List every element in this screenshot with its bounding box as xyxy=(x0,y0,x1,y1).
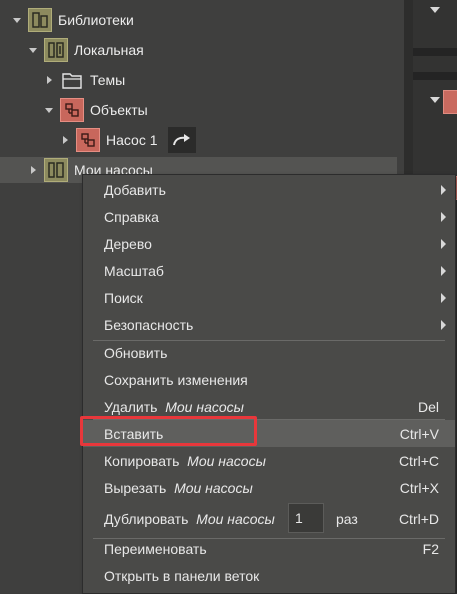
right-panel-collapse-icon[interactable] xyxy=(430,7,440,13)
library-icon xyxy=(44,158,68,182)
chevron-right-icon[interactable] xyxy=(42,73,56,87)
menu-item-security[interactable]: Безопасность xyxy=(83,311,455,338)
menu-item-label: Дерево xyxy=(104,235,152,252)
tree-item-label: Темы xyxy=(90,72,126,88)
right-panel-object-icon xyxy=(443,90,457,114)
tree-item-local[interactable]: Локальная xyxy=(26,37,144,63)
submenu-arrow-icon xyxy=(441,265,446,276)
chevron-down-icon[interactable] xyxy=(42,103,56,117)
tree-item-label: Насос 1 xyxy=(106,132,158,148)
right-panel-band xyxy=(413,48,457,56)
menu-item-tree[interactable]: Дерево xyxy=(83,230,455,257)
menu-item-label: Переименовать xyxy=(104,540,207,557)
tree-item-label: Библиотеки xyxy=(58,12,134,28)
right-panel-expand-icon[interactable] xyxy=(430,97,440,103)
chevron-down-icon[interactable] xyxy=(26,43,40,57)
menu-item-label: Справка xyxy=(104,208,159,225)
menu-item-shortcut: Ctrl+V xyxy=(399,425,439,442)
menu-item-label: Копировать Мои насосы xyxy=(104,452,266,469)
menu-item-refresh[interactable]: Обновить xyxy=(83,339,455,366)
objects-icon xyxy=(60,98,84,122)
tree-item-objects[interactable]: Объекты xyxy=(42,97,148,123)
tree-item-themes[interactable]: Темы xyxy=(42,67,125,93)
menu-item-help[interactable]: Справка xyxy=(83,203,455,230)
menu-item-label: Удалить Мои насосы xyxy=(104,398,244,415)
menu-item-label: Сохранить изменения xyxy=(104,371,248,388)
folder-icon xyxy=(60,68,84,92)
menu-item-duplicate[interactable]: Дублировать Мои насосы раз Ctrl+D xyxy=(83,504,455,534)
menu-item-label: Безопасность xyxy=(104,316,194,333)
menu-item-label: Добавить xyxy=(104,181,166,198)
menu-item-rename[interactable]: Переименовать F2 xyxy=(83,535,455,562)
submenu-arrow-icon xyxy=(441,319,446,330)
context-menu: Добавить Справка Дерево Масштаб Поиск Бе… xyxy=(82,174,456,594)
submenu-arrow-icon xyxy=(441,184,446,195)
submenu-arrow-icon xyxy=(441,211,446,222)
menu-item-shortcut: Ctrl+D xyxy=(398,511,439,527)
menu-item-target: Мои насосы xyxy=(187,452,266,469)
local-library-icon xyxy=(44,38,68,62)
menu-item-target: Мои насосы xyxy=(174,479,253,496)
menu-item-shortcut: Del xyxy=(417,398,439,415)
menu-item-label: Открыть в панели веток xyxy=(104,567,260,584)
chevron-down-icon[interactable] xyxy=(10,13,24,27)
menu-item-cut[interactable]: Вырезать Мои насосы Ctrl+X xyxy=(83,474,455,501)
menu-item-label: Дублировать Мои насосы xyxy=(104,511,275,527)
submenu-arrow-icon xyxy=(441,292,446,303)
duplicate-times-label: раз xyxy=(336,511,358,527)
tree-item-label: Локальная xyxy=(74,42,144,58)
menu-item-shortcut: F2 xyxy=(422,540,439,557)
menu-item-add[interactable]: Добавить xyxy=(83,176,455,203)
redo-arrow-icon[interactable] xyxy=(167,127,196,153)
library-icon xyxy=(28,8,52,32)
paste-highlight-annotation xyxy=(80,416,257,446)
menu-item-open-in-branch-panel[interactable]: Открыть в панели веток xyxy=(83,562,455,589)
tree-item-pump-1[interactable]: Насос 1 xyxy=(58,127,196,153)
menu-item-label: Обновить xyxy=(104,344,168,361)
menu-item-label: Поиск xyxy=(104,289,143,306)
menu-item-search[interactable]: Поиск xyxy=(83,284,455,311)
menu-item-scale[interactable]: Масштаб xyxy=(83,257,455,284)
chevron-right-icon[interactable] xyxy=(58,133,72,147)
tree-item-label: Объекты xyxy=(90,102,148,118)
menu-item-shortcut: Ctrl+C xyxy=(398,452,439,469)
chevron-right-icon[interactable] xyxy=(26,163,40,177)
menu-item-copy[interactable]: Копировать Мои насосы Ctrl+C xyxy=(83,447,455,474)
menu-item-shortcut: Ctrl+X xyxy=(399,479,439,496)
object-icon xyxy=(76,128,100,152)
menu-item-save-changes[interactable]: Сохранить изменения xyxy=(83,366,455,393)
menu-item-label: Масштаб xyxy=(104,262,164,279)
tree-item-libraries[interactable]: Библиотеки xyxy=(10,7,134,33)
duplicate-count-input[interactable] xyxy=(288,503,324,533)
menu-item-target: Мои насосы xyxy=(165,398,244,415)
menu-item-target: Мои насосы xyxy=(196,511,275,527)
menu-item-label: Вырезать Мои насосы xyxy=(104,479,253,496)
submenu-arrow-icon xyxy=(441,238,446,249)
right-panel-band xyxy=(413,72,457,80)
